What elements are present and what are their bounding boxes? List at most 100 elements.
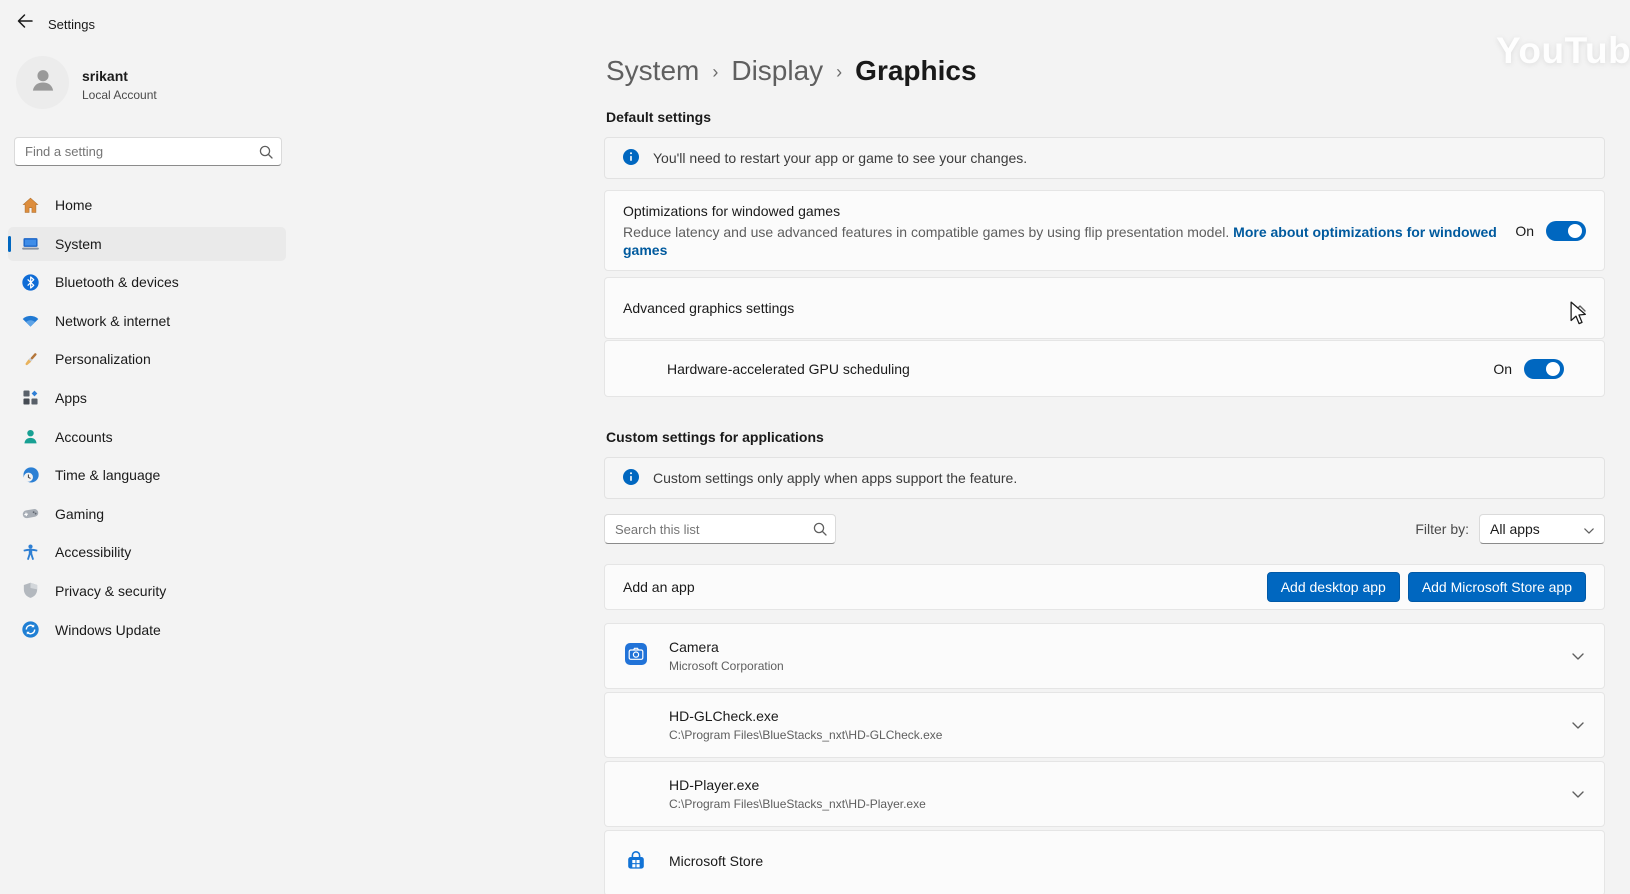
gaming-icon [21, 504, 40, 523]
infobar-text: You'll need to restart your app or game … [653, 150, 1027, 166]
add-app-label: Add an app [623, 579, 695, 595]
chevron-down-icon [1584, 521, 1594, 537]
search-list-input[interactable] [604, 514, 836, 544]
sidebar-item-label: Gaming [55, 506, 104, 522]
app-name: Camera [669, 639, 784, 655]
add-desktop-app-button[interactable]: Add desktop app [1267, 572, 1400, 602]
expander-title: Advanced graphics settings [623, 300, 794, 316]
gpu-scheduling-toggle[interactable] [1524, 359, 1564, 379]
setting-description: Reduce latency and use advanced features… [623, 224, 1229, 240]
network-icon [21, 311, 40, 330]
sidebar-item-network-internet[interactable]: Network & internet [8, 304, 286, 338]
app-name: HD-GLCheck.exe [669, 708, 942, 724]
sidebar-item-accounts[interactable]: Accounts [8, 420, 286, 454]
filter-by-label: Filter by: [1415, 521, 1469, 537]
sidebar-item-accessibility[interactable]: Accessibility [8, 535, 286, 569]
sidebar-item-gaming[interactable]: Gaming [8, 497, 286, 531]
store-app-icon [625, 850, 647, 877]
back-button[interactable] [10, 10, 40, 37]
sidebar-item-personalization[interactable]: Personalization [8, 342, 286, 376]
breadcrumb-system[interactable]: System [606, 55, 699, 87]
filter-dropdown[interactable]: All apps [1479, 514, 1605, 544]
infobar-text: Custom settings only apply when apps sup… [653, 470, 1017, 486]
find-setting-input[interactable] [14, 137, 282, 166]
app-row-hd-glcheck[interactable]: HD-GLCheck.exe C:\Program Files\BlueStac… [604, 692, 1605, 758]
optimizations-windowed-games-card: Optimizations for windowed games Reduce … [604, 190, 1605, 271]
app-detail: C:\Program Files\BlueStacks_nxt\HD-Playe… [669, 797, 926, 811]
app-title: Settings [48, 17, 95, 32]
breadcrumb-separator: › [712, 59, 718, 83]
chevron-down-icon[interactable] [1572, 653, 1584, 660]
setting-title: Hardware-accelerated GPU scheduling [667, 361, 910, 377]
sidebar-item-label: Network & internet [55, 313, 170, 329]
toggle-knob [1568, 224, 1582, 238]
youtube-watermark: YouTube [1496, 30, 1630, 72]
toggle-state-label: On [1493, 361, 1512, 377]
breadcrumb-display[interactable]: Display [731, 55, 823, 87]
add-store-app-button[interactable]: Add Microsoft Store app [1408, 572, 1586, 602]
app-name: HD-Player.exe [669, 777, 926, 793]
app-name: Microsoft Store [669, 853, 763, 869]
add-app-card: Add an app Add desktop app Add Microsoft… [604, 564, 1605, 610]
restart-infobar: You'll need to restart your app or game … [604, 137, 1605, 179]
back-arrow-icon [17, 13, 33, 34]
avatar[interactable] [16, 56, 69, 109]
sidebar-item-label: Accounts [55, 429, 113, 445]
sidebar-item-time-language[interactable]: Time & language [8, 458, 286, 492]
sidebar-item-label: Home [55, 197, 92, 213]
user-account-type: Local Account [82, 88, 157, 102]
windows-update-icon [21, 620, 40, 639]
sidebar-item-label: System [55, 236, 102, 252]
info-icon [623, 149, 639, 168]
optimizations-windowed-games-toggle[interactable] [1546, 221, 1586, 241]
sidebar-item-label: Time & language [55, 467, 160, 483]
search-icon [813, 522, 827, 541]
bluetooth-icon [21, 273, 40, 292]
app-detail: C:\Program Files\BlueStacks_nxt\HD-GLChe… [669, 728, 942, 742]
sidebar-item-label: Windows Update [55, 622, 161, 638]
settings-window: Settings srikant Local Account Home Syst… [0, 0, 1630, 894]
breadcrumb: System › Display › Graphics [606, 50, 977, 92]
setting-title: Optimizations for windowed games [623, 203, 1515, 219]
page-title: Graphics [855, 55, 976, 87]
toggle-knob [1546, 362, 1560, 376]
apps-icon [21, 388, 40, 407]
chevron-up-icon[interactable] [1574, 305, 1586, 312]
chevron-down-icon[interactable] [1572, 791, 1584, 798]
sidebar-item-windows-update[interactable]: Windows Update [8, 613, 286, 647]
sidebar-item-label: Bluetooth & devices [55, 274, 179, 290]
advanced-graphics-settings-expander[interactable]: Advanced graphics settings [604, 277, 1605, 339]
sidebar-item-apps[interactable]: Apps [8, 381, 286, 415]
filter-selected-value: All apps [1490, 521, 1540, 537]
custom-settings-heading: Custom settings for applications [606, 429, 824, 445]
sidebar-item-privacy-security[interactable]: Privacy & security [8, 574, 286, 608]
user-name: srikant [82, 68, 128, 84]
sidebar-item-label: Personalization [55, 351, 151, 367]
camera-app-icon [625, 643, 647, 670]
app-row-hd-player[interactable]: HD-Player.exe C:\Program Files\BlueStack… [604, 761, 1605, 827]
sidebar-item-label: Apps [55, 390, 87, 406]
accounts-icon [21, 427, 40, 446]
home-icon [21, 196, 40, 215]
privacy-icon [21, 581, 40, 600]
personalization-icon [21, 350, 40, 369]
sidebar-item-label: Privacy & security [55, 583, 166, 599]
default-settings-heading: Default settings [606, 109, 711, 125]
sidebar-item-system[interactable]: System [8, 227, 286, 261]
sidebar-item-bluetooth-devices[interactable]: Bluetooth & devices [8, 265, 286, 299]
info-icon [623, 469, 639, 488]
person-icon [27, 64, 59, 101]
toggle-state-label: On [1515, 223, 1534, 239]
app-row-microsoft-store[interactable]: Microsoft Store [604, 830, 1605, 894]
gpu-scheduling-row: Hardware-accelerated GPU scheduling On [604, 340, 1605, 397]
sidebar-item-label: Accessibility [55, 544, 131, 560]
sidebar-nav: Home System Bluetooth & devices Network … [8, 188, 286, 647]
app-row-camera[interactable]: Camera Microsoft Corporation [604, 623, 1605, 689]
app-detail: Microsoft Corporation [669, 659, 784, 673]
chevron-down-icon[interactable] [1572, 722, 1584, 729]
search-icon [259, 145, 273, 164]
custom-settings-infobar: Custom settings only apply when apps sup… [604, 457, 1605, 499]
time-language-icon [21, 466, 40, 485]
system-icon [21, 234, 40, 253]
sidebar-item-home[interactable]: Home [8, 188, 286, 222]
